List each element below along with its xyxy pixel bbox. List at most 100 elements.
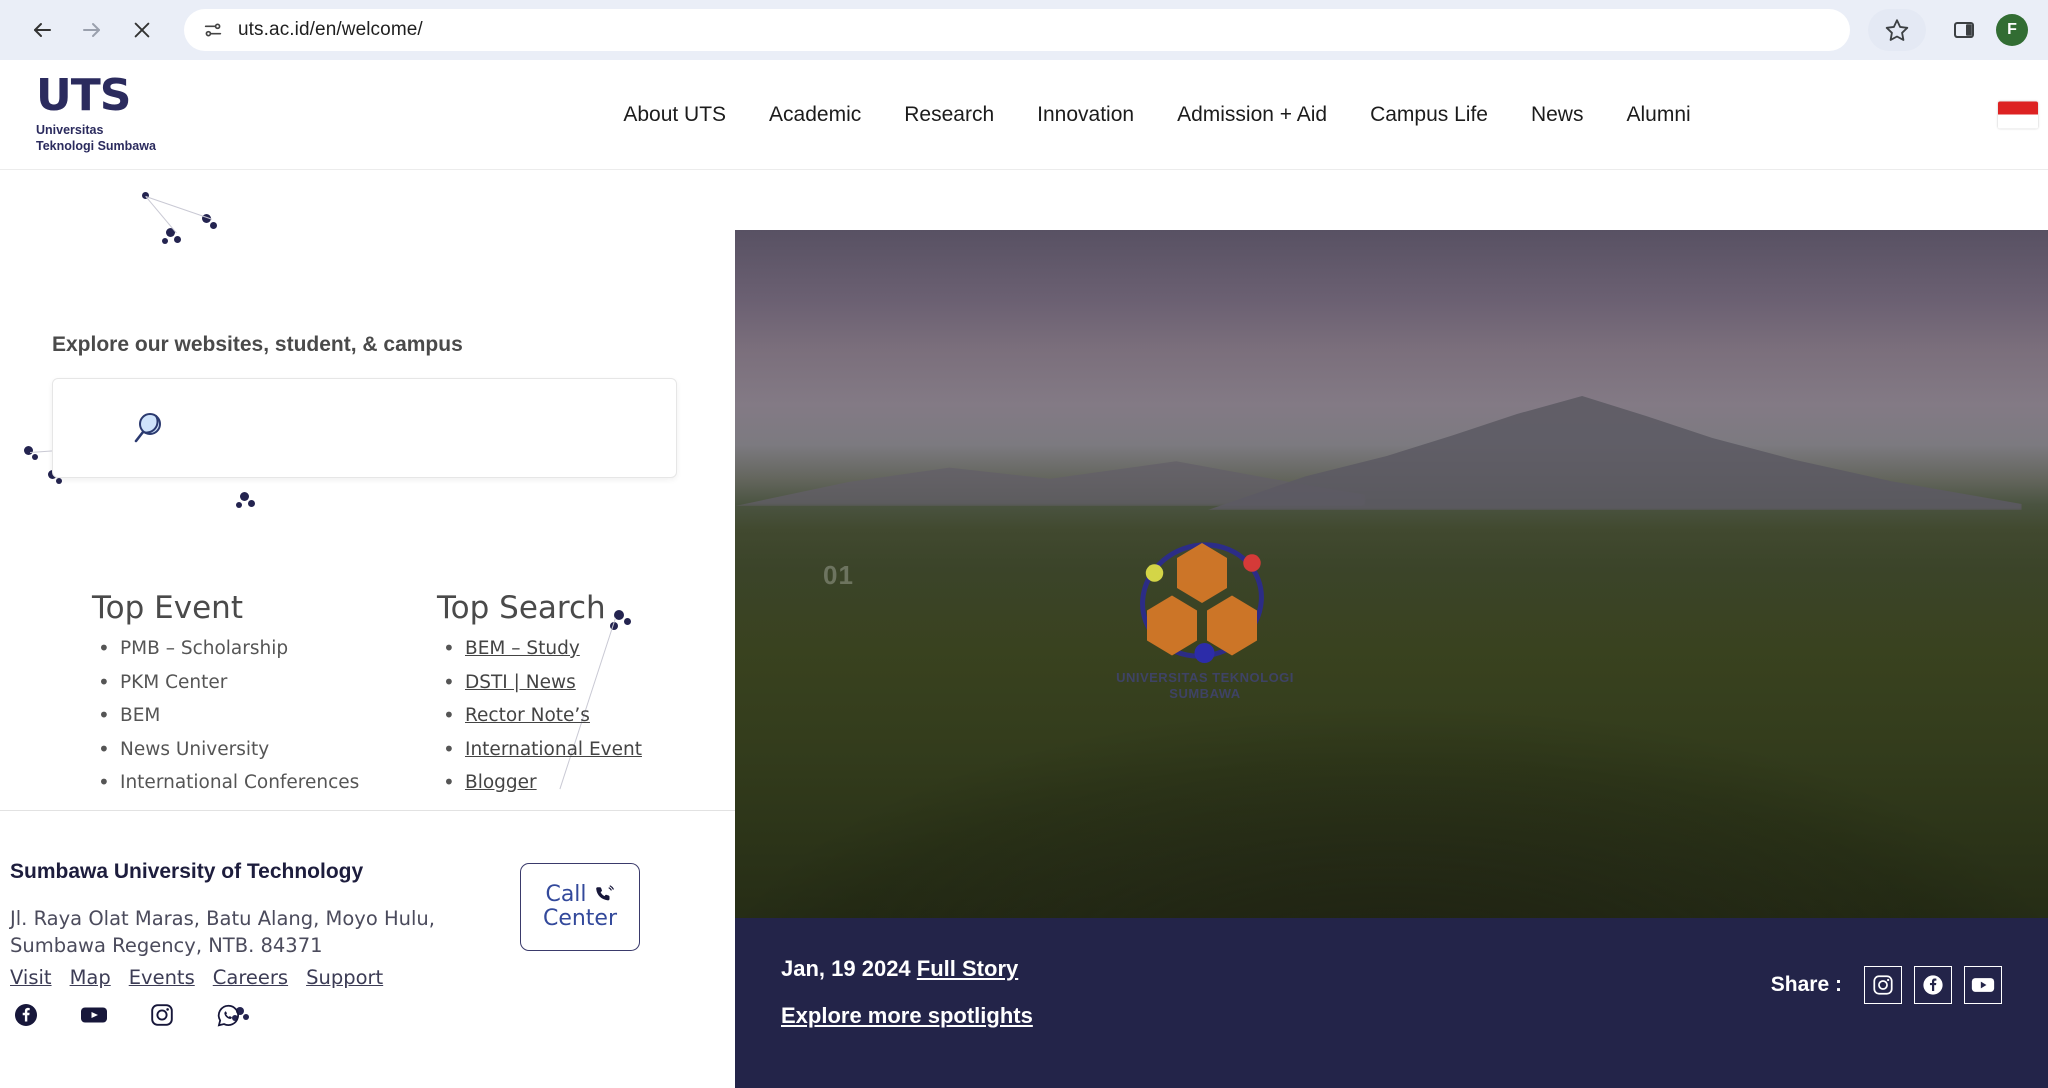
university-name: Sumbawa University of Technology [10,860,570,884]
hero-video[interactable]: 01 UNIVERSITAS TEKNOLOGI SUMBAWA [735,230,2048,968]
facebook-icon[interactable] [14,1003,38,1027]
list-item[interactable]: Rector Note’s [437,707,642,726]
top-search-link[interactable]: Blogger [465,772,537,793]
share-label: Share : [1771,973,1842,997]
top-search-link[interactable]: BEM – Study [465,638,580,659]
youtube-icon[interactable] [80,1003,108,1027]
bookmark-button[interactable] [1868,9,1926,51]
background-mountain [1208,390,2022,510]
nav-item-admission-aid[interactable]: Admission + Aid [1177,103,1327,127]
footer-links: Visit Map Events Careers Support [10,966,570,989]
site-header: UTS Universitas Teknologi Sumbawa About … [0,60,2048,170]
slide-number: 01 [823,560,854,591]
nav-item-research[interactable]: Research [904,103,994,127]
list-item[interactable]: BEM – Study [437,640,642,659]
side-panel-icon [1952,18,1976,42]
address-line-1: Jl. Raya Olat Maras, Batu Alang, Moyo Hu… [10,906,570,933]
arrow-left-icon [30,18,54,42]
list-item[interactable]: BEM [92,707,359,726]
nav-item-innovation[interactable]: Innovation [1037,103,1134,127]
hero-date: Jan, 19 2024 [781,956,911,981]
search-input[interactable] [125,417,605,439]
hero-meta-band: Jan, 19 2024 Full Story Explore more spo… [735,918,2048,1088]
flag-red-band [1998,101,2038,115]
footer-info: Sumbawa University of Technology Jl. Ray… [10,860,570,1028]
address-bar[interactable]: uts.ac.id/en/welcome/ [184,9,1850,51]
main-navigation: About UTS Academic Research Innovation A… [266,103,2048,127]
footer-link-map[interactable]: Map [70,966,111,989]
explore-more-link[interactable]: Explore more spotlights [781,1003,2002,1029]
share-section: Share : [1771,966,2002,1004]
search-icon[interactable] [128,408,168,448]
overlay-logo-text: UNIVERSITAS TEKNOLOGI SUMBAWA [1105,670,1305,703]
address-line-2: Sumbawa Regency, NTB. 84371 [10,933,570,960]
list-item[interactable]: Blogger [437,774,642,793]
close-icon [131,19,153,41]
side-panel-button[interactable] [1942,8,1986,52]
call-center-row-1: Call [545,883,614,907]
site-settings-icon[interactable] [202,19,224,41]
top-search-link[interactable]: International Event [465,739,642,760]
footer-link-visit[interactable]: Visit [10,966,52,989]
call-center-label-line1: Call [545,883,586,907]
top-search-link[interactable]: DSTI | News [465,672,576,693]
footer-link-careers[interactable]: Careers [213,966,288,989]
nav-item-academic[interactable]: Academic [769,103,861,127]
logo-subtitle-line2: Teknologi Sumbawa [36,139,156,155]
share-youtube-button[interactable] [1964,966,2002,1004]
list-item[interactable]: International Event [437,741,642,760]
search-box[interactable] [52,378,677,478]
logo-subtitle: Universitas Teknologi Sumbawa [36,123,156,154]
call-center-label-line2: Center [543,907,617,931]
nav-item-alumni[interactable]: Alumni [1626,103,1690,127]
top-search-column: Top Search BEM – Study DSTI | News Recto… [437,590,642,808]
logo-wordmark: UTS [36,74,130,118]
social-links [10,1003,570,1028]
honeycomb-logo-icon [1127,528,1277,678]
top-search-link[interactable]: Rector Note’s [465,705,590,726]
footer-link-support[interactable]: Support [306,966,383,989]
indonesia-flag-icon[interactable] [1998,101,2038,128]
profile-avatar[interactable]: F [1996,14,2028,46]
full-story-link[interactable]: Full Story [917,956,1018,981]
star-icon [1884,17,1910,43]
share-facebook-button[interactable] [1914,966,1952,1004]
list-item[interactable]: News University [92,741,359,760]
list-item[interactable]: DSTI | News [437,674,642,693]
decorative-dots-mid [236,488,276,528]
logo-subtitle-line1: Universitas [36,123,156,139]
university-address: Jl. Raya Olat Maras, Batu Alang, Moyo Hu… [10,906,570,960]
decorative-dots-top [140,190,220,250]
top-event-column: Top Event PMB – Scholarship PKM Center B… [92,590,359,808]
flag-white-band [1998,115,2038,129]
browser-actions: F [1868,8,2028,52]
top-search-list: BEM – Study DSTI | News Rector Note’s In… [437,640,642,793]
left-panel: Explore our websites, student, & campus … [0,170,735,1088]
share-instagram-button[interactable] [1864,966,1902,1004]
footer-link-events[interactable]: Events [129,966,195,989]
whatsapp-icon[interactable] [216,1003,241,1028]
top-search-heading: Top Search [437,590,642,626]
site-logo[interactable]: UTS Universitas Teknologi Sumbawa [36,74,206,154]
call-center-button[interactable]: Call Center [520,863,640,951]
nav-item-news[interactable]: News [1531,103,1584,127]
instagram-icon[interactable] [150,1003,174,1027]
top-event-heading: Top Event [92,590,359,626]
web-page: UTS Universitas Teknologi Sumbawa About … [0,60,2048,1088]
list-item[interactable]: PMB – Scholarship [92,640,359,659]
share-icon-group [1864,966,2002,1004]
list-item[interactable]: International Conferences [92,774,359,793]
back-button[interactable] [20,8,64,52]
browser-toolbar: uts.ac.id/en/welcome/ F [0,0,2048,60]
forward-button[interactable] [70,8,114,52]
arrow-right-icon [80,18,104,42]
section-divider [0,810,735,811]
nav-item-about-uts[interactable]: About UTS [623,103,726,127]
nav-item-campus-life[interactable]: Campus Life [1370,103,1488,127]
url-text: uts.ac.id/en/welcome/ [238,19,423,41]
explore-heading: Explore our websites, student, & campus [52,333,463,357]
stop-loading-button[interactable] [120,8,164,52]
instagram-icon [1872,974,1894,996]
youtube-icon [1971,975,1995,995]
list-item[interactable]: PKM Center [92,674,359,693]
